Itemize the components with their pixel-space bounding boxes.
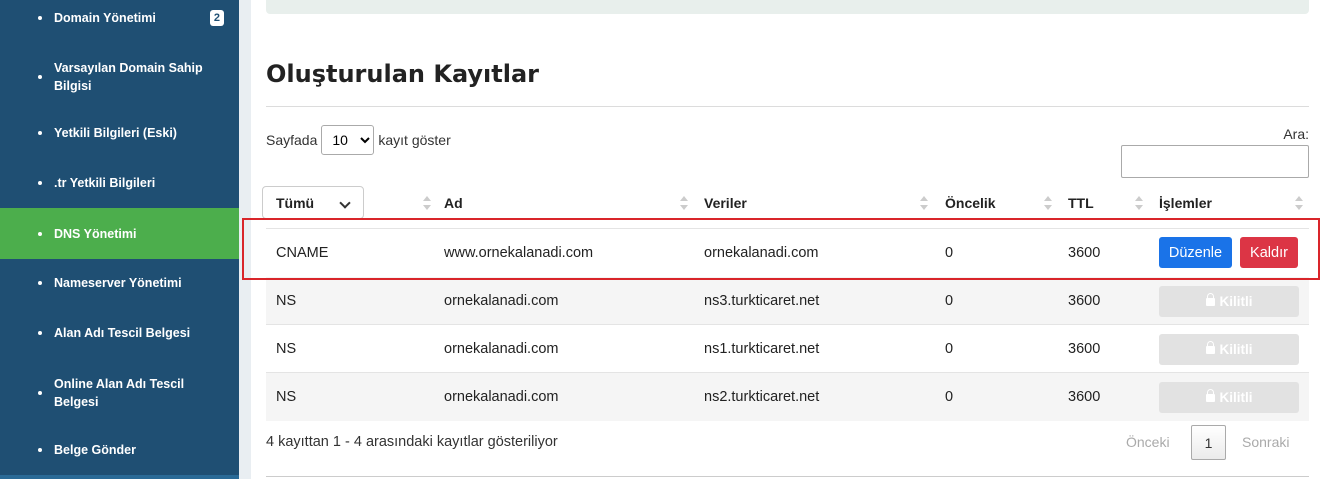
record-type: NS xyxy=(276,341,297,357)
sidebar-item-label: Alan Adı Tescil Belgesi xyxy=(54,326,191,340)
pagination-prev[interactable]: Önceki xyxy=(1126,434,1170,450)
record-data: ns3.turkticaret.net xyxy=(704,293,820,309)
sidebar-item-tescil-belgesi[interactable]: Alan Adı Tescil Belgesi xyxy=(0,310,239,356)
bullet-icon xyxy=(38,181,42,185)
table-header: Tümü Ad Veriler Öncelik TTL İşlemler xyxy=(262,186,1309,220)
sidebar-item-label: Varsayılan Domain Sahip Bilgisi xyxy=(54,61,203,93)
table-info: 4 kayıttan 1 - 4 arasındaki kayıtlar gös… xyxy=(266,434,558,450)
bullet-icon xyxy=(38,131,42,135)
sort-icon[interactable] xyxy=(1295,196,1303,210)
record-ttl: 3600 xyxy=(1068,389,1101,405)
search-input[interactable] xyxy=(1121,145,1309,178)
bullet-icon xyxy=(38,75,42,79)
record-name: ornekalanadi.com xyxy=(444,293,559,309)
column-header-ad[interactable]: Ad xyxy=(444,186,463,220)
page-length-select[interactable]: 10 xyxy=(321,125,375,155)
column-header-islemler[interactable]: İşlemler xyxy=(1159,186,1212,220)
sort-icon[interactable] xyxy=(920,196,928,210)
sort-icon[interactable] xyxy=(1135,196,1143,210)
type-filter-value: Tümü xyxy=(276,194,315,211)
sidebar: Domain Yönetimi 2 Varsayılan Domain Sahi… xyxy=(0,0,239,479)
record-priority: 0 xyxy=(945,389,954,405)
sidebar-item-online-tescil[interactable]: Online Alan Adı Tescil Belgesi xyxy=(0,368,239,418)
table-row: NS ornekalanadi.com ns3.turkticaret.net … xyxy=(266,277,1309,325)
record-data: ns2.turkticaret.net xyxy=(704,389,820,405)
sidebar-item-dns-yonetimi[interactable]: DNS Yönetimi xyxy=(0,208,239,259)
sidebar-item-label: DNS Yönetimi xyxy=(54,226,137,241)
bullet-icon xyxy=(38,391,42,395)
table-row: NS ornekalanadi.com ns2.turkticaret.net … xyxy=(266,373,1309,421)
sort-icon[interactable] xyxy=(680,196,688,210)
type-filter-select[interactable]: Tümü xyxy=(262,186,364,219)
length-suffix: kayıt göster xyxy=(378,132,451,148)
length-prefix: Sayfada xyxy=(266,132,318,148)
sidebar-item-label: Nameserver Yönetimi xyxy=(54,276,182,290)
search-label: Ara: xyxy=(1283,126,1309,142)
sort-icon[interactable] xyxy=(1044,196,1052,210)
sort-icon[interactable] xyxy=(423,196,431,210)
bullet-icon xyxy=(38,231,42,236)
locked-button: Kilitli xyxy=(1159,382,1299,413)
count-badge: 2 xyxy=(209,10,224,26)
divider xyxy=(266,106,1309,107)
record-name: ornekalanadi.com xyxy=(444,389,559,405)
divider xyxy=(266,476,1309,477)
bullet-icon xyxy=(38,448,42,452)
column-header-veriler[interactable]: Veriler xyxy=(704,186,747,220)
locked-button: Kilitli xyxy=(1159,286,1299,317)
sidebar-item-domain-yonetimi[interactable]: Domain Yönetimi 2 xyxy=(0,0,239,36)
table-row: NS ornekalanadi.com ns1.turkticaret.net … xyxy=(266,325,1309,373)
sidebar-item-tr-yetkili[interactable]: .tr Yetkili Bilgileri xyxy=(0,160,239,206)
record-ttl: 3600 xyxy=(1068,293,1101,309)
page-title: Oluşturulan Kayıtlar xyxy=(266,60,539,88)
record-priority: 0 xyxy=(945,293,954,309)
bullet-icon xyxy=(38,16,42,20)
sidebar-item-label: Domain Yönetimi xyxy=(54,11,156,25)
record-priority: 0 xyxy=(945,341,954,357)
sidebar-item-label: Yetkili Bilgileri (Eski) xyxy=(54,126,177,140)
sidebar-item-yetkili-bilgileri[interactable]: Yetkili Bilgileri (Eski) xyxy=(0,110,239,156)
locked-label: Kilitli xyxy=(1219,294,1253,309)
bullet-icon xyxy=(38,281,42,285)
top-info-box xyxy=(266,0,1309,14)
locked-label: Kilitli xyxy=(1219,390,1253,405)
locked-label: Kilitli xyxy=(1219,342,1253,357)
column-header-oncelik[interactable]: Öncelik xyxy=(945,186,996,220)
lock-icon xyxy=(1205,389,1215,404)
sidebar-item-varsayilan-domain[interactable]: Varsayılan Domain Sahip Bilgisi xyxy=(0,52,239,102)
record-type: NS xyxy=(276,293,297,309)
page-length-control: Sayfada 10 kayıt göster xyxy=(266,125,451,155)
pagination-next[interactable]: Sonraki xyxy=(1242,434,1289,450)
sidebar-divider xyxy=(0,475,239,479)
sidebar-item-label: .tr Yetkili Bilgileri xyxy=(54,176,156,190)
record-ttl: 3600 xyxy=(1068,341,1101,357)
highlight-box xyxy=(242,218,1320,280)
sidebar-item-nameserver[interactable]: Nameserver Yönetimi xyxy=(0,260,239,306)
column-header-ttl[interactable]: TTL xyxy=(1068,186,1094,220)
sidebar-item-label: Online Alan Adı Tescil Belgesi xyxy=(54,377,185,409)
record-name: ornekalanadi.com xyxy=(444,341,559,357)
record-type: NS xyxy=(276,389,297,405)
pagination-page[interactable]: 1 xyxy=(1191,425,1226,460)
sidebar-item-label: Belge Gönder xyxy=(54,443,136,457)
record-data: ns1.turkticaret.net xyxy=(704,341,820,357)
bullet-icon xyxy=(38,331,42,335)
lock-icon xyxy=(1205,293,1215,308)
chevron-down-icon xyxy=(339,197,351,209)
sidebar-item-belge-gonder[interactable]: Belge Gönder xyxy=(0,427,239,473)
lock-icon xyxy=(1205,341,1215,356)
locked-button: Kilitli xyxy=(1159,334,1299,365)
